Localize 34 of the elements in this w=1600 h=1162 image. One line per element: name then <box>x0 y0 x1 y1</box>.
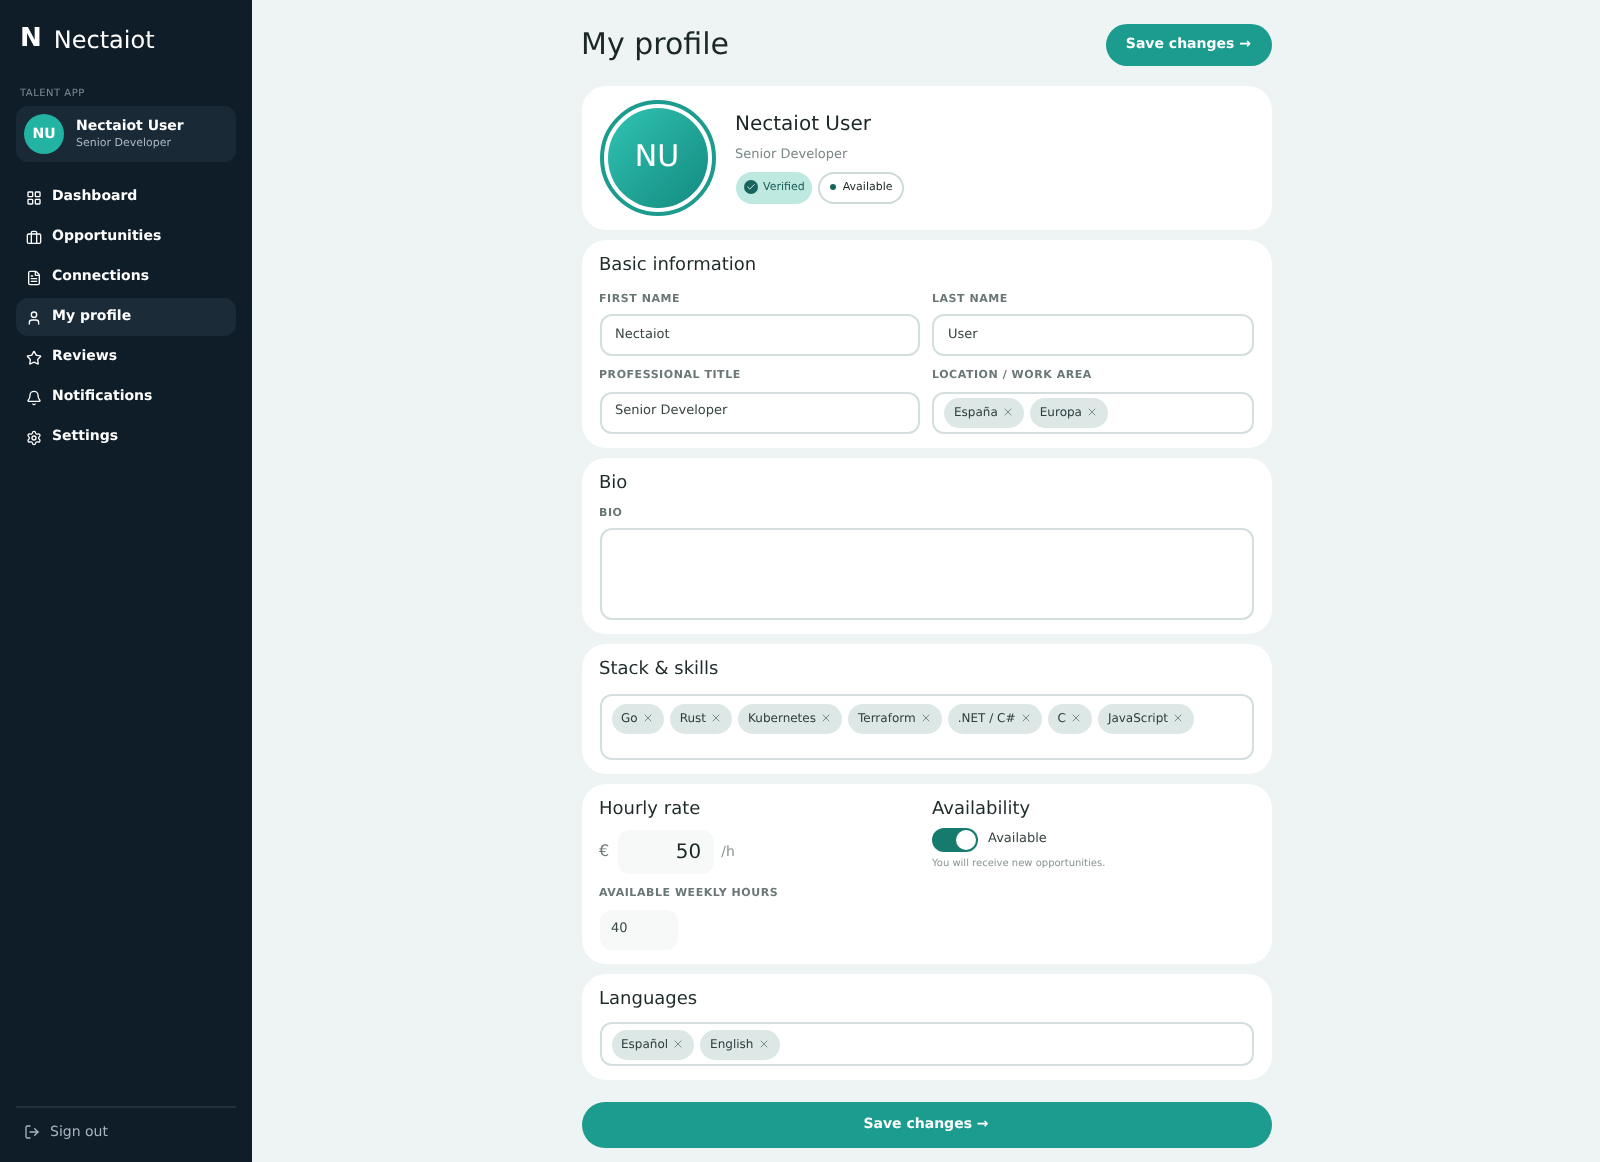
profile-name: Nectaiot User <box>735 112 873 140</box>
remove-icon[interactable] <box>710 712 723 725</box>
section-title: Availability <box>932 797 1033 824</box>
remove-icon[interactable] <box>1019 712 1032 725</box>
page-title: My profile <box>581 24 729 66</box>
logo-text: Nectaiot <box>53 23 155 58</box>
section-title: Languages <box>599 987 700 1013</box>
availability-toggle[interactable] <box>932 828 978 853</box>
remove-icon[interactable] <box>757 1038 770 1050</box>
remove-icon[interactable] <box>819 712 832 725</box>
remove-icon[interactable] <box>1001 406 1014 418</box>
remove-icon[interactable] <box>919 712 932 725</box>
grid-icon <box>26 189 42 205</box>
star-icon <box>26 349 42 365</box>
logo-mark: N <box>20 22 42 58</box>
document-icon <box>26 269 42 285</box>
avatar: NU <box>599 99 715 215</box>
currency-symbol: € <box>599 840 610 865</box>
rate-input[interactable]: 50 <box>617 830 714 875</box>
remove-icon[interactable] <box>1069 712 1082 725</box>
remove-icon[interactable] <box>1085 406 1098 418</box>
section-title: Basic information <box>599 253 759 279</box>
sign-out-icon <box>24 1123 40 1140</box>
section-title: Bio <box>599 471 630 497</box>
section-title: Hourly rate <box>599 797 703 824</box>
check-icon <box>743 180 757 195</box>
user-icon <box>26 309 42 325</box>
remove-icon[interactable] <box>641 712 654 725</box>
section-title: Stack & skills <box>599 658 721 685</box>
remove-icon[interactable] <box>672 1038 685 1050</box>
briefcase-icon <box>26 229 42 245</box>
settings-icon <box>26 429 42 445</box>
remove-icon[interactable] <box>1172 712 1185 725</box>
bell-icon <box>26 389 42 405</box>
